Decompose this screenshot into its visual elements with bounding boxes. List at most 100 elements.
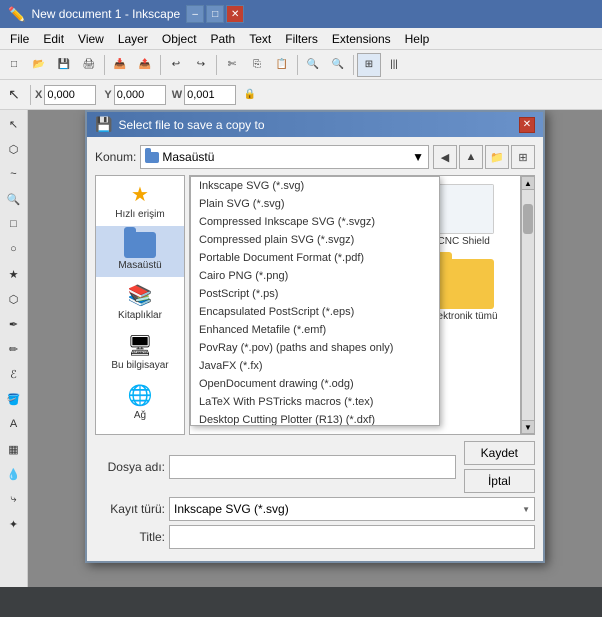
tool-connector[interactable]: ⤷ xyxy=(2,487,26,511)
new-button[interactable]: □ xyxy=(2,53,26,77)
filetype-option-0[interactable]: Inkscape SVG (*.svg) xyxy=(191,177,439,195)
filetype-option-12[interactable]: LaTeX With PSTricks macros (*.tex) xyxy=(191,393,439,411)
menu-bar: File Edit View Layer Object Path Text Fi… xyxy=(0,28,602,50)
tool-star[interactable]: ★ xyxy=(2,262,26,286)
filetype-option-1[interactable]: Plain SVG (*.svg) xyxy=(191,195,439,213)
tool-select[interactable]: ↖ xyxy=(2,112,26,136)
undo-button[interactable]: ↩ xyxy=(164,53,188,77)
grid-button[interactable]: ⊞ xyxy=(357,53,381,77)
save-button[interactable]: 💾 xyxy=(52,53,76,77)
location-bar: Konum: Masaüstü ▼ ◀ xyxy=(95,145,535,169)
scroll-thumb[interactable] xyxy=(523,204,533,234)
filetype-dropdown: Inkscape SVG (*.svg) Plain SVG (*.svg) C… xyxy=(190,176,440,426)
select-tool[interactable]: ↖ xyxy=(2,83,26,107)
save-button[interactable]: Kaydet xyxy=(464,441,535,465)
filetype-select[interactable]: Inkscape SVG (*.svg) ▼ xyxy=(169,497,535,521)
tool-circle[interactable]: ○ xyxy=(2,237,26,261)
bookmark-quick-access[interactable]: ★ Hızlı erişim xyxy=(96,176,184,226)
location-dropdown[interactable]: Masaüstü ▼ xyxy=(140,145,429,169)
scroll-down-button[interactable]: ▼ xyxy=(521,420,535,434)
dialog-close-button[interactable]: ✕ xyxy=(519,117,535,133)
cancel-button[interactable]: İptal xyxy=(464,469,535,493)
filetype-option-10[interactable]: JavaFX (*.fx) xyxy=(191,357,439,375)
export-button[interactable]: 📤 xyxy=(133,53,157,77)
bookmark-libraries[interactable]: 📚 Kitaplıklar xyxy=(96,277,184,327)
minimize-button[interactable]: – xyxy=(186,5,204,23)
tool-bucket[interactable]: 🪣 xyxy=(2,387,26,411)
menu-file[interactable]: File xyxy=(4,30,35,48)
y-coord-field: Y xyxy=(104,85,165,105)
tool-pen[interactable]: ✒ xyxy=(2,312,26,336)
tool-spray[interactable]: ✦ xyxy=(2,512,26,536)
bookmark-computer-label: Bu bilgisayar xyxy=(111,360,168,371)
scroll-up-button[interactable]: ▲ xyxy=(521,176,535,190)
file-area-main: 2. sınıf kitap CN xyxy=(189,175,535,435)
sep3 xyxy=(216,55,217,75)
filetype-option-8[interactable]: Enhanced Metafile (*.emf) xyxy=(191,321,439,339)
close-button[interactable]: ✕ xyxy=(226,5,244,23)
file-browser-area: ★ Hızlı erişim Masaüstü 📚 xyxy=(95,175,535,435)
nav-back-button[interactable]: ◀ xyxy=(433,145,457,169)
tool-tweak[interactable]: ~ xyxy=(2,162,26,186)
menu-layer[interactable]: Layer xyxy=(112,30,154,48)
filetype-option-5[interactable]: Cairo PNG (*.png) xyxy=(191,267,439,285)
lock-button[interactable]: 🔒 xyxy=(238,83,262,107)
tool-text[interactable]: A xyxy=(2,412,26,436)
import-button[interactable]: 📥 xyxy=(108,53,132,77)
tool-calligraphy[interactable]: ℰ xyxy=(2,362,26,386)
cut-button[interactable]: ✄ xyxy=(220,53,244,77)
menu-extensions[interactable]: Extensions xyxy=(326,30,397,48)
w-input[interactable] xyxy=(184,85,236,105)
menu-object[interactable]: Object xyxy=(156,30,203,48)
maximize-button[interactable]: □ xyxy=(206,5,224,23)
open-button[interactable]: 📂 xyxy=(27,53,51,77)
tool-dropper[interactable]: 💧 xyxy=(2,462,26,486)
menu-text[interactable]: Text xyxy=(243,30,277,48)
tool-zoom[interactable]: 🔍 xyxy=(2,187,26,211)
file-thumb-2 xyxy=(434,184,494,234)
filetype-option-13[interactable]: Desktop Cutting Plotter (R13) (*.dxf) xyxy=(191,411,439,426)
menu-filters[interactable]: Filters xyxy=(279,30,324,48)
w-coord-field: W 🔒 xyxy=(172,83,262,107)
filename-input[interactable] xyxy=(169,455,456,479)
menu-edit[interactable]: Edit xyxy=(37,30,70,48)
tool-rect[interactable]: □ xyxy=(2,212,26,236)
tool-node[interactable]: ⬡ xyxy=(2,137,26,161)
filetype-option-7[interactable]: Encapsulated PostScript (*.eps) xyxy=(191,303,439,321)
menu-help[interactable]: Help xyxy=(399,30,436,48)
filetype-option-2[interactable]: Compressed Inkscape SVG (*.svgz) xyxy=(191,213,439,231)
tool-3d[interactable]: ⬡ xyxy=(2,287,26,311)
file-grid: 2. sınıf kitap CN xyxy=(189,175,521,435)
nav-new-folder-button[interactable]: 📁 xyxy=(485,145,509,169)
copy-button[interactable]: ⎘ xyxy=(245,53,269,77)
snap-button[interactable]: ||| xyxy=(382,53,406,77)
scrollbar[interactable]: ▲ ▼ xyxy=(521,175,535,435)
zoom-out-button[interactable]: 🔍 xyxy=(326,53,350,77)
zoom-in-button[interactable]: 🔍 xyxy=(301,53,325,77)
filetype-option-9[interactable]: PovRay (*.pov) (paths and shapes only) xyxy=(191,339,439,357)
menu-view[interactable]: View xyxy=(72,30,110,48)
tool-pencil[interactable]: ✏ xyxy=(2,337,26,361)
menu-path[interactable]: Path xyxy=(205,30,242,48)
paste-button[interactable]: 📋 xyxy=(270,53,294,77)
bookmark-desktop[interactable]: Masaüstü xyxy=(96,226,184,277)
filetype-row: Kayıt türü: Inkscape SVG (*.svg) ▼ xyxy=(95,497,535,521)
filetype-option-6[interactable]: PostScript (*.ps) xyxy=(191,285,439,303)
tool-gradient[interactable]: ▦ xyxy=(2,437,26,461)
filetype-option-3[interactable]: Compressed plain SVG (*.svgz) xyxy=(191,231,439,249)
nav-up-button[interactable]: ▲ xyxy=(459,145,483,169)
redo-button[interactable]: ↪ xyxy=(189,53,213,77)
print-button[interactable]: 🖨 xyxy=(77,53,101,77)
dialog-body: Konum: Masaüstü ▼ ◀ xyxy=(87,137,543,561)
x-input[interactable] xyxy=(44,85,96,105)
app-icon: ✏️ xyxy=(8,6,25,23)
bookmark-network[interactable]: 🌐 Ağ xyxy=(96,377,184,427)
nav-view-button[interactable]: ⊞ xyxy=(511,145,535,169)
coord-toolbar: ↖ X Y W 🔒 xyxy=(0,80,602,110)
title-input[interactable] xyxy=(169,525,535,549)
filetype-option-4[interactable]: Portable Document Format (*.pdf) xyxy=(191,249,439,267)
y-input[interactable] xyxy=(114,85,166,105)
star-icon: ★ xyxy=(131,182,149,207)
bookmark-computer[interactable]: 🖥 Bu bilgisayar xyxy=(96,327,184,377)
filetype-option-11[interactable]: OpenDocument drawing (*.odg) xyxy=(191,375,439,393)
